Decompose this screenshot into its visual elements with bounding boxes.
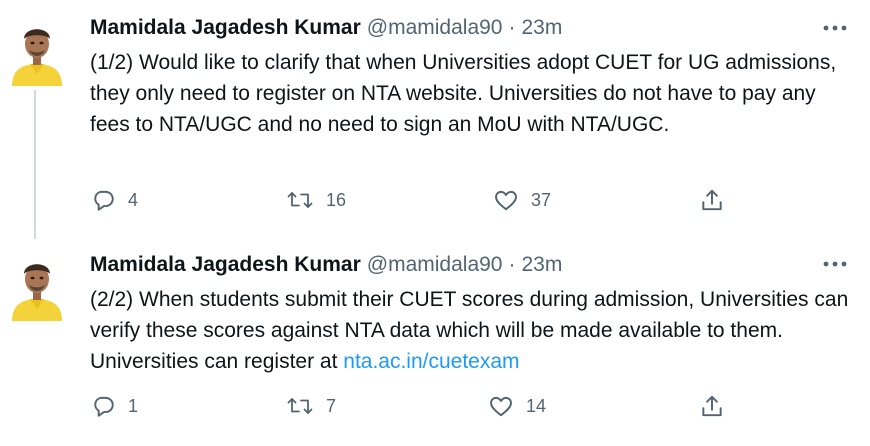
- author-handle[interactable]: @mamidala90: [367, 16, 503, 40]
- reply-button[interactable]: 4: [90, 186, 138, 214]
- separator-dot: ·: [508, 16, 516, 39]
- tweet-text-content: (1/2) Would like to clarify that when Un…: [90, 51, 837, 136]
- share-icon: [702, 395, 722, 417]
- share-icon: [702, 189, 722, 211]
- more-options-button[interactable]: [822, 21, 848, 35]
- like-count: 37: [531, 189, 552, 210]
- share-button[interactable]: [699, 392, 725, 420]
- separator-dot: ·: [508, 253, 516, 276]
- more-horizontal-icon: [823, 25, 847, 31]
- like-count: 14: [526, 395, 547, 416]
- more-horizontal-icon: [823, 261, 847, 267]
- register-link[interactable]: nta.ac.in/cuetexam: [343, 350, 519, 373]
- avatar[interactable]: [8, 14, 66, 86]
- retweet-icon: [287, 398, 313, 414]
- reply-button[interactable]: 1: [90, 392, 138, 420]
- reply-count: 1: [128, 395, 139, 416]
- retweet-button[interactable]: 16: [286, 186, 346, 214]
- author-name[interactable]: Mamidala Jagadesh Kumar: [90, 253, 361, 277]
- tweet-2[interactable]: Mamidala Jagadesh Kumar @mamidala90 · 23…: [0, 231, 870, 446]
- retweet-count: 7: [326, 395, 337, 416]
- tweet-header: Mamidala Jagadesh Kumar @mamidala90 · 23…: [90, 14, 562, 42]
- author-name[interactable]: Mamidala Jagadesh Kumar: [90, 16, 361, 40]
- tweet-text: (2/2) When students submit their CUET sc…: [90, 284, 860, 377]
- author-handle[interactable]: @mamidala90: [367, 253, 503, 277]
- reply-icon: [94, 396, 114, 417]
- like-button[interactable]: 37: [493, 186, 551, 214]
- retweet-icon: [287, 192, 313, 208]
- tweet-actions: 1 7 14: [90, 392, 750, 420]
- more-options-button[interactable]: [822, 257, 848, 271]
- retweet-button[interactable]: 7: [286, 392, 336, 420]
- like-button[interactable]: 14: [488, 392, 546, 420]
- timestamp[interactable]: 23m: [521, 16, 562, 40]
- tweet-1[interactable]: Mamidala Jagadesh Kumar @mamidala90 · 23…: [0, 0, 870, 239]
- tweet-actions: 4 16 37: [90, 186, 750, 214]
- thread-connector-line: [34, 90, 36, 239]
- reply-icon: [94, 190, 114, 211]
- tweet-text: (1/2) Would like to clarify that when Un…: [90, 47, 860, 140]
- timestamp[interactable]: 23m: [521, 253, 562, 277]
- heart-icon: [490, 396, 512, 417]
- heart-icon: [495, 190, 517, 211]
- avatar[interactable]: [8, 249, 66, 321]
- retweet-count: 16: [326, 189, 347, 210]
- tweet-header: Mamidala Jagadesh Kumar @mamidala90 · 23…: [90, 251, 562, 279]
- share-button[interactable]: [699, 186, 725, 214]
- reply-count: 4: [128, 189, 139, 210]
